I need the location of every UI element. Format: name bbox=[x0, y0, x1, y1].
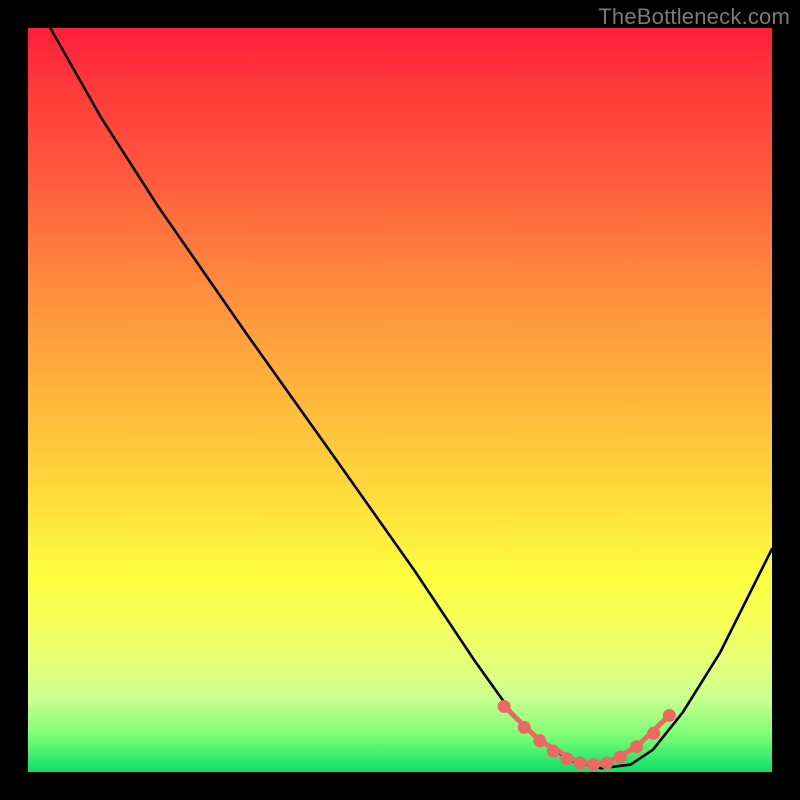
marker-dot bbox=[574, 757, 587, 770]
marker-dots bbox=[498, 700, 676, 771]
marker-dot bbox=[630, 740, 643, 753]
marker-dot bbox=[518, 721, 531, 734]
marker-dot bbox=[663, 709, 676, 722]
plot-area bbox=[28, 28, 772, 772]
marker-dot bbox=[600, 757, 613, 770]
marker-dot bbox=[560, 752, 573, 765]
marker-dot bbox=[498, 700, 511, 713]
marker-dot bbox=[614, 751, 627, 764]
marker-dot bbox=[533, 734, 546, 747]
main-curve bbox=[50, 28, 772, 768]
chart-svg bbox=[28, 28, 772, 772]
marker-dot bbox=[587, 758, 600, 771]
marker-dot bbox=[547, 745, 560, 758]
curve-path bbox=[50, 28, 772, 768]
chart-frame: TheBottleneck.com bbox=[0, 0, 800, 800]
watermark-text: TheBottleneck.com bbox=[598, 4, 790, 30]
marker-dot bbox=[647, 727, 660, 740]
